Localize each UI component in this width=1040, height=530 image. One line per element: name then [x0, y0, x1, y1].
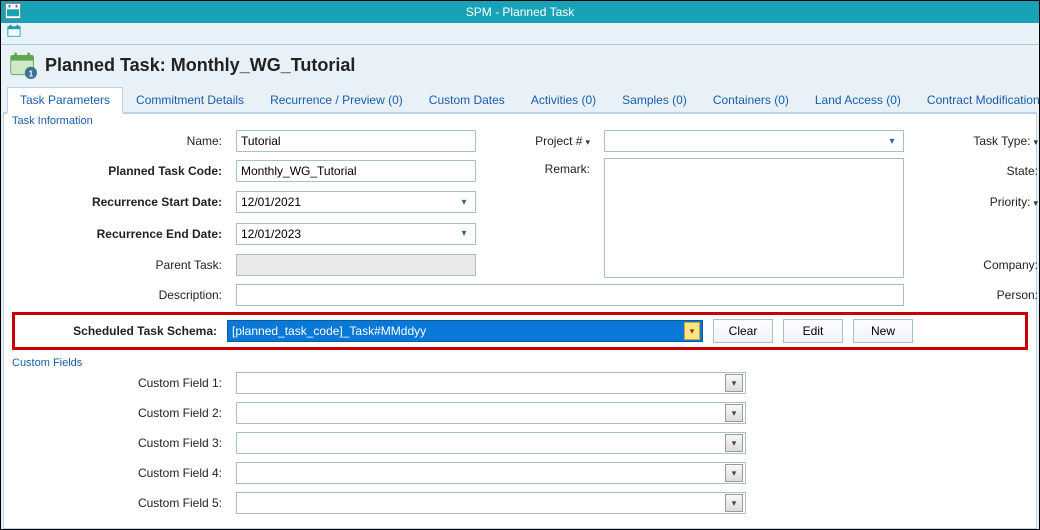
label-text: Project #: [535, 134, 582, 148]
schema-highlight-box: Scheduled Task Schema: [planned_task_cod…: [12, 312, 1028, 350]
clear-button[interactable]: Clear: [713, 319, 773, 343]
label-remark: Remark:: [490, 158, 590, 176]
tab-label: Task Parameters: [20, 93, 110, 107]
tab-samples[interactable]: Samples (0): [609, 87, 700, 112]
tab-label: Containers (0): [713, 93, 789, 107]
page-header: 1 Planned Task: Monthly_WG_Tutorial: [3, 49, 1037, 87]
date-value: 12/01/2023: [241, 227, 301, 241]
tab-bar: Task Parameters Commitment Details Recur…: [3, 87, 1037, 114]
tab-label: Samples (0): [622, 93, 687, 107]
task-info-form: Name: Project #▾ ▾ Task Type:▾ Planned T…: [12, 130, 1028, 306]
tab-label: Commitment Details: [136, 93, 244, 107]
tab-label: Activities (0): [531, 93, 596, 107]
tab-custom-dates[interactable]: Custom Dates: [416, 87, 518, 112]
chevron-down-icon: ▾: [684, 322, 700, 340]
label-planned-task-code: Planned Task Code:: [12, 164, 222, 178]
tab-containers[interactable]: Containers (0): [700, 87, 802, 112]
schema-value: [planned_task_code]_Task#MMddyy: [232, 324, 426, 338]
page-title-prefix: Planned Task:: [45, 55, 171, 75]
window-root: SPM - Planned Task 1 Planned Task: Month…: [0, 0, 1040, 530]
edit-button[interactable]: Edit: [783, 319, 843, 343]
chevron-down-icon: ▾: [457, 197, 471, 208]
date-value: 12/01/2021: [241, 195, 301, 209]
task-information-section: Task Information Name: Project #▾ ▾ Task…: [6, 116, 1034, 358]
label-text: Priority:: [990, 195, 1031, 209]
window-title: SPM - Planned Task: [466, 5, 575, 19]
custom-field-3-combo[interactable]: ▾: [236, 432, 746, 454]
tab-label: Recurrence / Preview (0): [270, 93, 403, 107]
chevron-down-icon: ▾: [725, 494, 743, 512]
label-recurrence-start: Recurrence Start Date:: [12, 195, 222, 209]
label-text: Task Type:: [973, 134, 1030, 148]
chevron-down-icon: ▾: [1033, 137, 1038, 147]
scheduled-task-schema-combo[interactable]: [planned_task_code]_Task#MMddyy ▾: [227, 320, 703, 342]
label-state: State:: [918, 164, 1038, 178]
chevron-down-icon: ▾: [457, 228, 471, 239]
custom-fields-legend: Custom Fields: [10, 357, 84, 369]
custom-field-1-combo[interactable]: ▾: [236, 372, 746, 394]
tab-body: Task Information Name: Project #▾ ▾ Task…: [3, 114, 1037, 529]
tab-task-parameters[interactable]: Task Parameters: [7, 87, 123, 114]
new-button[interactable]: New: [853, 319, 913, 343]
label-person: Person:: [918, 288, 1038, 302]
label-custom-field-4: Custom Field 4:: [12, 466, 222, 480]
chevron-down-icon: ▾: [725, 404, 743, 422]
toolbar-calendar-icon[interactable]: [7, 24, 21, 43]
client-toolbar: [1, 23, 1039, 45]
titlebar-calendar-icon: [5, 3, 21, 19]
tab-commitment-details[interactable]: Commitment Details: [123, 87, 257, 112]
page-title-value: Monthly_WG_Tutorial: [171, 55, 356, 75]
label-custom-field-5: Custom Field 5:: [12, 496, 222, 510]
label-scheduled-task-schema: Scheduled Task Schema:: [21, 324, 217, 338]
content-area: 1 Planned Task: Monthly_WG_Tutorial Task…: [1, 45, 1039, 529]
remark-field[interactable]: [604, 158, 904, 278]
custom-field-5-combo[interactable]: ▾: [236, 492, 746, 514]
chevron-down-icon: ▾: [585, 137, 590, 147]
description-field[interactable]: [236, 284, 904, 306]
titlebar: SPM - Planned Task: [1, 1, 1039, 23]
label-description: Description:: [12, 288, 222, 302]
parent-task-field[interactable]: [236, 254, 476, 276]
label-task-type: Task Type:▾: [918, 134, 1038, 148]
project-combo[interactable]: ▾: [604, 130, 904, 152]
label-parent-task: Parent Task:: [12, 258, 222, 272]
custom-field-4-combo[interactable]: ▾: [236, 462, 746, 484]
recurrence-end-field[interactable]: 12/01/2023 ▾: [236, 223, 476, 245]
task-information-legend: Task Information: [10, 115, 95, 127]
label-custom-field-3: Custom Field 3:: [12, 436, 222, 450]
chevron-down-icon: ▾: [725, 434, 743, 452]
custom-fields-section: Custom Fields Custom Field 1: ▾ Custom F…: [6, 358, 1034, 522]
tab-activities[interactable]: Activities (0): [518, 87, 609, 112]
label-name: Name:: [12, 134, 222, 148]
svg-text:1: 1: [29, 69, 34, 78]
label-recurrence-end: Recurrence End Date:: [12, 227, 222, 241]
label-custom-field-1: Custom Field 1:: [12, 376, 222, 390]
planned-task-icon: 1: [9, 51, 37, 79]
page-title: Planned Task: Monthly_WG_Tutorial: [45, 55, 355, 76]
chevron-down-icon: ▾: [725, 374, 743, 392]
name-field[interactable]: [236, 130, 476, 152]
label-priority: Priority:▾: [918, 195, 1038, 209]
tab-label: Land Access (0): [815, 93, 901, 107]
tab-recurrence-preview[interactable]: Recurrence / Preview (0): [257, 87, 416, 112]
chevron-down-icon: ▾: [725, 464, 743, 482]
chevron-down-icon: ▾: [1033, 198, 1038, 208]
tab-label: Custom Dates: [429, 93, 505, 107]
tab-contract-mods[interactable]: Contract Modifications: [914, 87, 1040, 112]
custom-field-2-combo[interactable]: ▾: [236, 402, 746, 424]
planned-task-code-field[interactable]: [236, 160, 476, 182]
label-company: Company:: [918, 258, 1038, 272]
label-project: Project #▾: [490, 134, 590, 148]
label-custom-field-2: Custom Field 2:: [12, 406, 222, 420]
tab-land-access[interactable]: Land Access (0): [802, 87, 914, 112]
chevron-down-icon: ▾: [885, 136, 899, 147]
tab-label: Contract Modifications: [927, 93, 1040, 107]
recurrence-start-field[interactable]: 12/01/2021 ▾: [236, 191, 476, 213]
